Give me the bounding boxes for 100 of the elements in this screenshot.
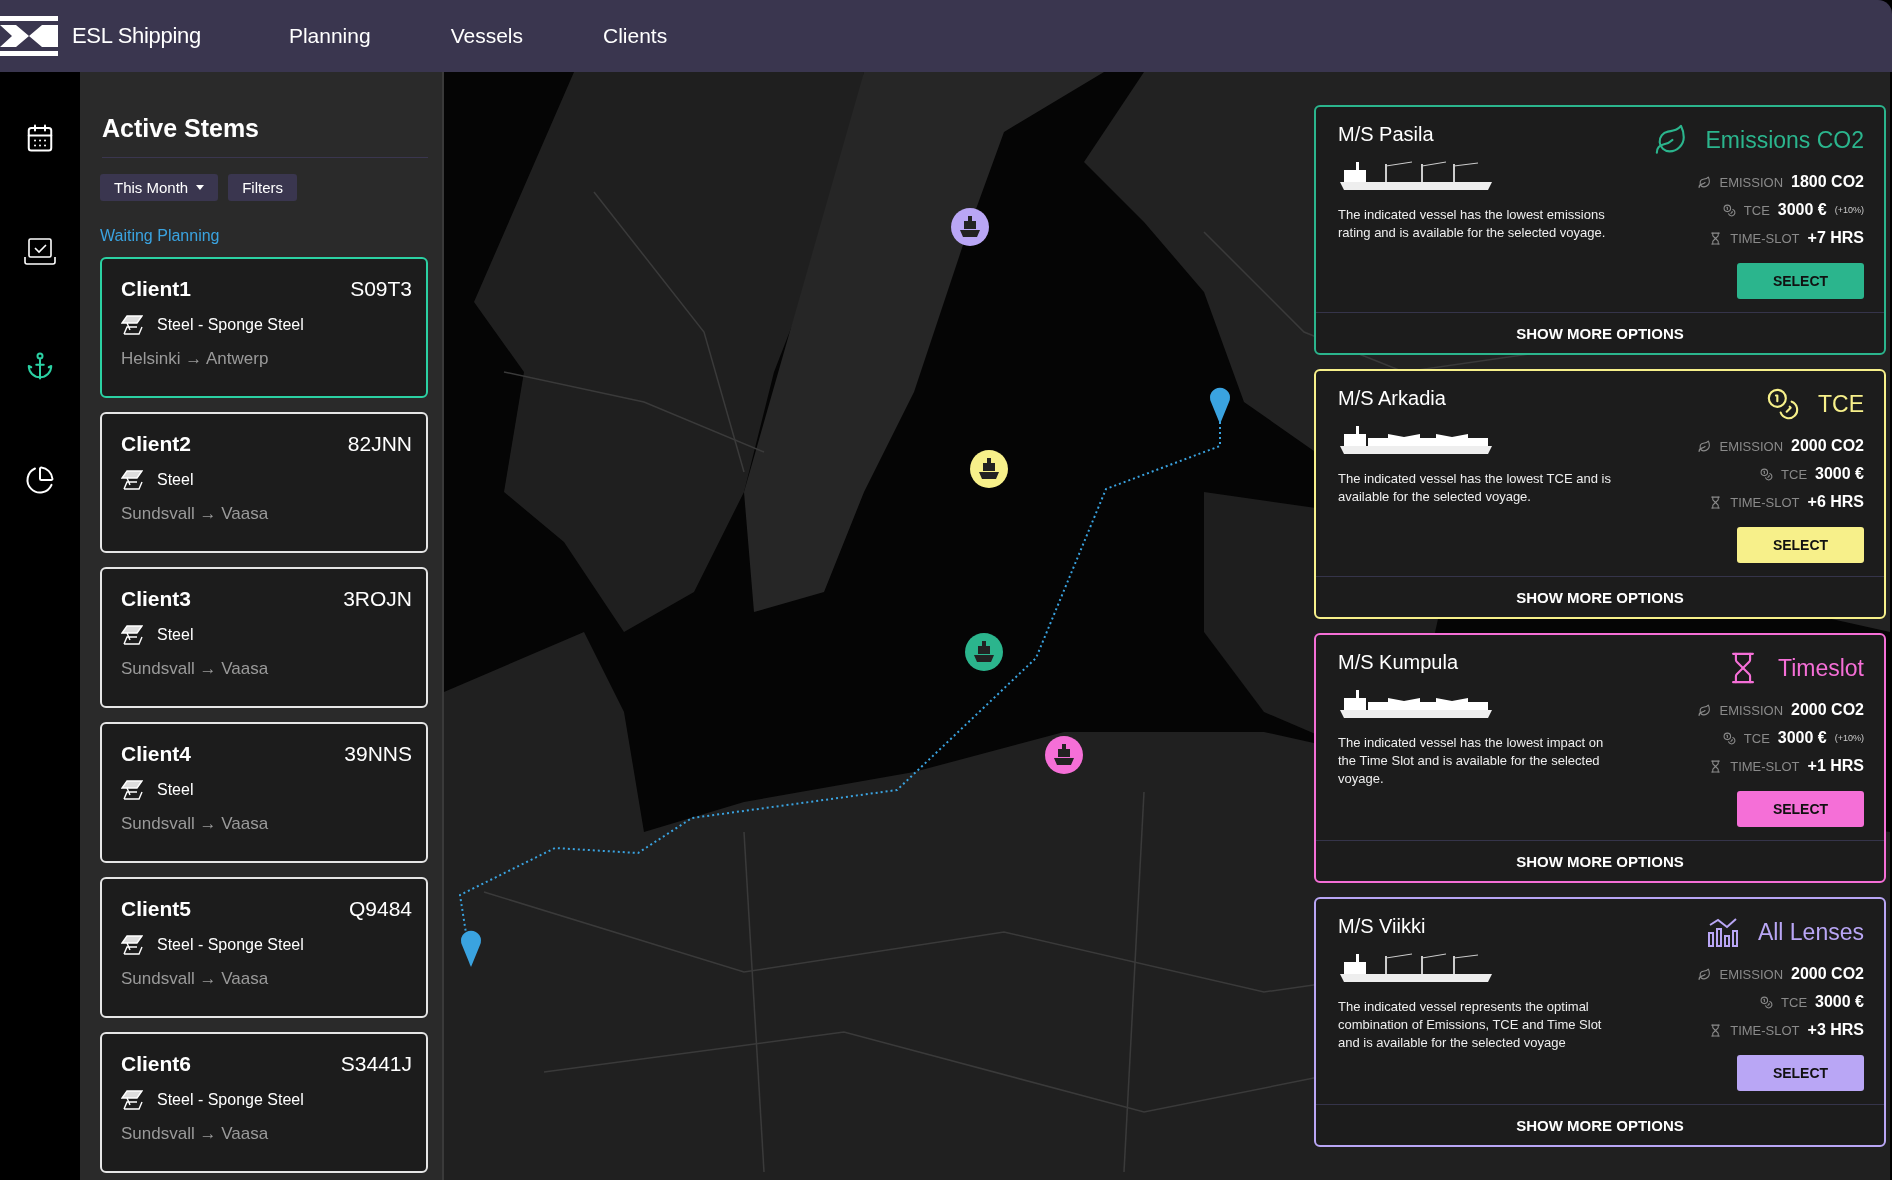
client-card[interactable]: Client6 S3441J Steel - Sponge Steel Sundsvall → Vaasa <box>100 1032 428 1173</box>
stat-label: TIME-SLOT <box>1730 494 1800 510</box>
stat-note: (+10%) <box>1834 205 1864 215</box>
stat-label: TCE <box>1781 466 1808 482</box>
lens-label: All Lenses <box>1757 918 1864 946</box>
stat-label: EMISSION <box>1719 702 1784 718</box>
cargo-type: Steel <box>157 626 194 644</box>
coins-icon <box>1766 387 1800 421</box>
pie-chart-icon <box>25 465 55 495</box>
vessel-description: The indicated vessel represents the optimal combination of Emissions, TCE and Time Slot and is available for the selected voyage <box>1338 998 1603 1052</box>
steel-beam-icon <box>121 1090 143 1110</box>
ship-marker-icon[interactable] <box>1045 736 1083 774</box>
stat-label: TIME-SLOT <box>1730 758 1800 774</box>
panel-title: Active Stems <box>102 114 428 158</box>
hourglass-icon <box>1709 231 1723 245</box>
cargo-type: Steel <box>157 781 194 799</box>
select-button[interactable]: SELECT <box>1737 791 1864 827</box>
steel-beam-icon <box>121 315 143 335</box>
route-text: Sundsvall → Vaasa <box>121 659 270 679</box>
coins-icon <box>1722 731 1736 745</box>
coins-icon <box>1760 995 1774 1009</box>
leaf-icon <box>1698 439 1712 453</box>
vessel-name: M/S Arkadia <box>1338 387 1447 410</box>
show-more-button[interactable]: SHOW MORE OPTIONS <box>1316 1104 1884 1145</box>
vessel-name: M/S Kumpula <box>1338 651 1460 674</box>
brand-name: ESL Shipping <box>72 23 201 49</box>
stat-label: EMISSION <box>1719 438 1784 454</box>
lens-label: TCE <box>1818 390 1864 418</box>
calendar-icon <box>25 123 55 153</box>
ship-marker-icon[interactable] <box>970 450 1008 488</box>
location-pin-icon[interactable] <box>461 930 481 967</box>
show-more-button[interactable]: SHOW MORE OPTIONS <box>1316 312 1884 353</box>
client-card[interactable]: Client2 82JNN Steel Sundsvall → Vaasa <box>100 412 428 553</box>
ship-marker-icon[interactable] <box>965 633 1003 671</box>
anchor-icon <box>25 351 55 381</box>
steel-beam-icon <box>121 780 143 800</box>
leaf-icon <box>1653 123 1688 157</box>
client-card[interactable]: Client3 3ROJN Steel Sundsvall → Vaasa <box>100 567 428 708</box>
route-text: Sundsvall → Vaasa <box>121 1124 270 1144</box>
steel-beam-icon <box>121 935 143 955</box>
stat-label: TCE <box>1743 202 1770 218</box>
caret-icon <box>196 185 205 190</box>
stat-value: +1 HRS <box>1807 757 1864 775</box>
show-more-button[interactable]: SHOW MORE OPTIONS <box>1316 576 1884 617</box>
stat-value: 2000 CO2 <box>1791 437 1864 455</box>
nav-link[interactable]: Planning <box>288 24 371 48</box>
vessel-description: The indicated vessel has the lowest emissions rating and is available for the selected voyage. <box>1338 206 1607 242</box>
stat-value: 2000 CO2 <box>1791 965 1864 983</box>
logo-icon <box>0 16 58 56</box>
hourglass-icon <box>1709 495 1723 509</box>
stem-code: 82JNN <box>347 432 412 456</box>
cargo-type: Steel <box>157 471 194 489</box>
cargo-type: Steel - Sponge Steel <box>157 1091 304 1109</box>
location-pin-icon[interactable] <box>1210 387 1230 424</box>
stem-code: Q9484 <box>348 897 412 921</box>
client-card[interactable]: Client1 S09T3 Steel - Sponge Steel Helsinki → Antwerp <box>100 257 428 398</box>
client-name: Client5 <box>121 897 191 921</box>
laptop-check-icon <box>23 237 57 267</box>
stat-value: 3000 € <box>1777 201 1827 219</box>
stem-code: S3441J <box>340 1052 412 1076</box>
client-card[interactable]: Client5 Q9484 Steel - Sponge Steel Sundsvall → Vaasa <box>100 877 428 1018</box>
steel-beam-icon <box>121 470 143 490</box>
show-more-button[interactable]: SHOW MORE OPTIONS <box>1316 840 1884 881</box>
stat-note: (+10%) <box>1834 733 1864 743</box>
section-link[interactable]: Waiting Planning <box>100 227 428 245</box>
coins-icon <box>1722 203 1736 217</box>
filters-button[interactable]: Filters <box>228 174 298 201</box>
stat-label: TIME-SLOT <box>1730 230 1800 246</box>
hourglass-icon <box>1709 1023 1723 1037</box>
month-dropdown[interactable]: This Month <box>100 174 219 201</box>
stat-label: EMISSION <box>1719 174 1784 190</box>
client-name: Client1 <box>121 277 191 301</box>
route-text: Sundsvall → Vaasa <box>121 814 270 834</box>
client-card[interactable]: Client4 39NNS Steel Sundsvall → Vaasa <box>100 722 428 863</box>
vessel-description: The indicated vessel has the lowest impact on the Time Slot and is available for the selected voyage. <box>1338 734 1605 788</box>
chart-icon <box>1705 915 1740 949</box>
stat-label: TCE <box>1743 730 1770 746</box>
nav-link[interactable]: Clients <box>603 24 668 48</box>
select-button[interactable]: SELECT <box>1737 1055 1864 1091</box>
route-text: Helsinki → Antwerp <box>121 349 270 369</box>
ship-marker-icon[interactable] <box>951 208 989 246</box>
client-name: Client6 <box>121 1052 191 1076</box>
vessel-description: The indicated vessel has the lowest TCE and is available for the selected voyage. <box>1338 470 1612 506</box>
stem-code: 3ROJN <box>343 587 412 611</box>
nav-link[interactable]: Vessels <box>450 24 523 48</box>
leaf-icon <box>1698 967 1712 981</box>
stat-value: +6 HRS <box>1807 493 1864 511</box>
leaf-icon <box>1698 703 1712 717</box>
stat-label: TCE <box>1781 994 1808 1010</box>
stat-value: 3000 € <box>1815 993 1864 1011</box>
stat-value: 2000 CO2 <box>1791 701 1864 719</box>
vessel-name: M/S Viikki <box>1338 915 1427 938</box>
select-button[interactable]: SELECT <box>1737 527 1864 563</box>
lens-label: Emissions CO2 <box>1705 126 1864 154</box>
coins-icon <box>1760 467 1774 481</box>
stat-value: +3 HRS <box>1807 1021 1864 1039</box>
cargo-type: Steel - Sponge Steel <box>157 936 304 954</box>
select-button[interactable]: SELECT <box>1737 263 1864 299</box>
stat-label: TIME-SLOT <box>1730 1022 1800 1038</box>
stem-code: S09T3 <box>350 277 412 301</box>
